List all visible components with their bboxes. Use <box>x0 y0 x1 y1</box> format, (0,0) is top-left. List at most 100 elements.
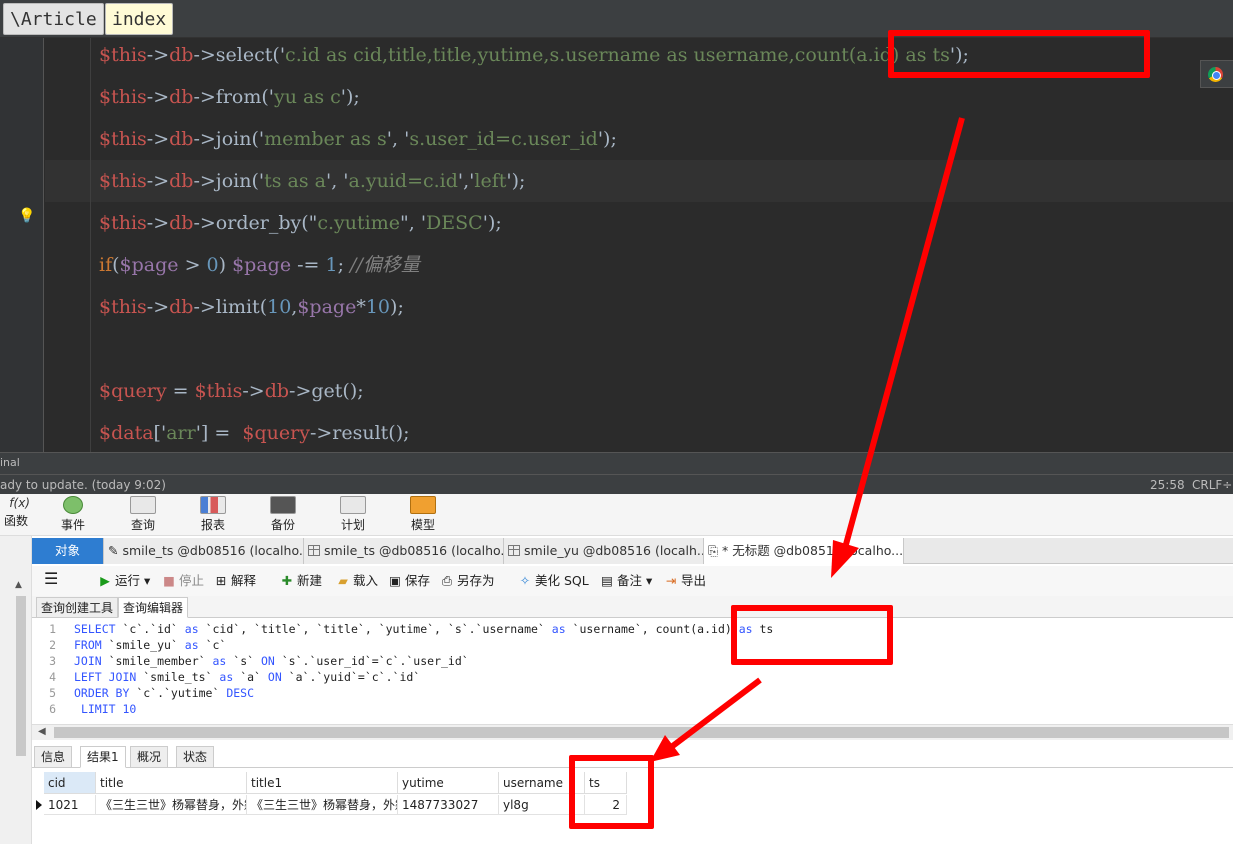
code-token: ', ' <box>386 128 410 150</box>
tab-query-editor[interactable]: 查询编辑器 <box>118 597 189 618</box>
column-header-yutime[interactable]: yutime <box>398 772 499 794</box>
scroll-left-icon[interactable]: ◀ <box>38 726 46 737</box>
sql-line[interactable]: 2 FROM `smile_yu` as `c` <box>32 637 226 653</box>
toolbar-model[interactable]: 模型 <box>393 494 453 536</box>
code-token: -> <box>146 170 170 192</box>
code-line[interactable]: $this->db->select('c.id as cid,title,tit… <box>99 34 969 76</box>
code-token: ", ' <box>400 212 427 234</box>
code-line[interactable]: $this->db->limit(10,$page*10); <box>99 286 404 328</box>
tab-untitled-query[interactable]: ⎘ * 无标题 @db08516(localho... <box>704 538 904 564</box>
code-line[interactable]: $query = $this->db->get(); <box>99 370 364 412</box>
tab-status[interactable]: 状态 <box>176 746 215 768</box>
toolbar-schedule[interactable]: 计划 <box>323 494 383 536</box>
save-as-button[interactable]: ⎙ 另存为 <box>440 572 495 590</box>
toolbar-report[interactable]: 报表 <box>183 494 243 536</box>
sql-keyword: SELECT <box>74 622 116 636</box>
tab-objects[interactable]: 对象 <box>32 538 104 564</box>
sql-line[interactable]: 5 ORDER BY `c`.`yutime` DESC <box>32 685 254 701</box>
tab-info[interactable]: 信息 <box>34 746 73 768</box>
explain-button[interactable]: ⊞ 解释 <box>214 572 256 590</box>
sql-keyword: ON <box>267 670 282 684</box>
code-line[interactable]: $data['arr'] = $query->result(); <box>99 412 410 454</box>
table-icon <box>508 545 520 556</box>
code-token: -> <box>146 128 170 150</box>
code-token: db <box>264 380 290 402</box>
code-token: -> <box>242 380 265 402</box>
sql-line[interactable]: 3 JOIN `smile_member` as `s` ON `s`.`user… <box>32 653 469 669</box>
export-button[interactable]: ⇥ 导出 <box>664 572 706 590</box>
code-token: yu as c <box>274 86 341 108</box>
terminal-bar[interactable]: inal <box>0 452 1233 474</box>
line-ending[interactable]: CRLF÷ <box>1192 478 1232 492</box>
tab-query-builder[interactable]: 查询创建工具 <box>36 597 119 618</box>
sql-line[interactable]: 4 LEFT JOIN `smile_ts` as `a` ON `a`.`yui… <box>32 669 420 685</box>
document-tabs: 对象 ✎ smile_ts @db08516 (localho... smile… <box>32 538 1233 564</box>
run-button[interactable]: ▶ 运行 ▾ <box>98 572 150 590</box>
code-token: left <box>474 170 507 192</box>
cursor-position[interactable]: 25:58 <box>1150 478 1185 492</box>
vertical-scrollbar[interactable] <box>16 596 26 756</box>
tab-smile-ts-design[interactable]: ✎ smile_ts @db08516 (localho... <box>104 538 304 564</box>
code-token: ->from(' <box>193 86 275 108</box>
scrollbar-thumb[interactable] <box>54 727 1229 738</box>
tab-result1[interactable]: 结果1 <box>80 746 126 768</box>
comment-button[interactable]: ▤ 备注 ▾ <box>600 572 652 590</box>
save-button[interactable]: ▣ 保存 <box>388 572 430 590</box>
sql-line[interactable]: 6 LIMIT 10 <box>32 701 136 717</box>
code-token: ->limit( <box>193 296 268 318</box>
code-token: '); <box>340 86 360 108</box>
table-cell-cid[interactable]: 1021 <box>44 795 96 815</box>
code-token: c.id as cid,title,title,yutime,s.usernam… <box>285 44 950 66</box>
code-token: $this <box>99 212 147 234</box>
toolbar-events[interactable]: 事件 <box>43 494 103 536</box>
breadcrumb-method[interactable]: index <box>105 3 174 35</box>
code-line[interactable]: $this->db->join('member as s', 's.user_i… <box>99 118 617 160</box>
sql-editor[interactable]: 1 SELECT `c`.`id` as `cid`, `title`, `tit… <box>32 620 1233 720</box>
sql-keyword: as <box>184 638 199 652</box>
code-token: db <box>169 296 194 318</box>
play-icon: ▶ <box>100 573 110 588</box>
code-token: '); <box>482 212 502 234</box>
chrome-icon[interactable] <box>1200 60 1233 88</box>
code-token: $this <box>194 380 243 402</box>
sql-text: `smile_yu` <box>101 638 185 652</box>
new-button[interactable]: ✚ 新建 <box>280 572 322 590</box>
code-line[interactable]: $this->db->order_by("c.yutime", 'DESC'); <box>99 202 502 244</box>
code-line[interactable]: $this->db->join('ts as a', 'a.yuid=c.id'… <box>99 160 525 202</box>
column-header-title[interactable]: title <box>96 772 247 794</box>
code-line[interactable]: if($page > 0) $page -= 1; //偏移量 <box>99 244 420 286</box>
breadcrumb-class[interactable]: \Article <box>3 3 104 35</box>
table-cell-yutime[interactable]: 1487733027 <box>398 795 499 815</box>
tab-smile-yu-table[interactable]: smile_yu @db08516 (localh... <box>504 538 704 564</box>
indent-guide <box>90 38 91 452</box>
object-panel: ▲ <box>0 536 32 844</box>
column-header-cid[interactable]: cid <box>44 772 96 794</box>
code-token: ->result(); <box>309 422 410 444</box>
sql-keyword: ON <box>260 654 275 668</box>
code-token: ->select(' <box>193 44 286 66</box>
sql-line[interactable]: 1 SELECT `c`.`id` as `cid`, `title`, `tit… <box>32 621 773 637</box>
toolbar-backup[interactable]: 备份 <box>253 494 313 536</box>
sql-text: `s`.`user_id`=`c`.`user_id` <box>274 654 469 668</box>
code-token: '); <box>597 128 617 150</box>
table-cell-title[interactable]: 《三生三世》杨幂替身，外籍 <box>96 795 247 815</box>
code-token: arr <box>166 422 196 444</box>
stop-button[interactable]: ■ 停止 <box>162 572 204 590</box>
sql-text: `c`.`id` <box>115 622 185 636</box>
menu-icon[interactable]: ☰ <box>44 570 58 588</box>
horizontal-scrollbar[interactable]: ◀ <box>32 724 1233 740</box>
code-line[interactable]: $this->db->from('yu as c'); <box>99 76 360 118</box>
toolbar-query[interactable]: 查询 <box>113 494 173 536</box>
tab-profile[interactable]: 概况 <box>130 746 169 768</box>
beautify-sql-button[interactable]: ✧ 美化 SQL <box>518 572 589 590</box>
tab-smile-ts-table[interactable]: smile_ts @db08516 (localho... <box>304 538 504 564</box>
lightbulb-icon[interactable]: 💡 <box>18 208 35 224</box>
table-cell-title1[interactable]: 《三生三世》杨幂替身，外籍 <box>247 795 398 815</box>
column-header-title1[interactable]: title1 <box>247 772 398 794</box>
highlight-box-php <box>888 30 1150 78</box>
query-icon: ⎘ <box>708 543 722 558</box>
scroll-up-icon[interactable]: ▲ <box>15 580 22 590</box>
terminal-label[interactable]: inal <box>0 456 20 469</box>
load-button[interactable]: ▰ 载入 <box>336 572 378 590</box>
toolbar-functions[interactable]: f(x) 函数 <box>0 494 36 536</box>
